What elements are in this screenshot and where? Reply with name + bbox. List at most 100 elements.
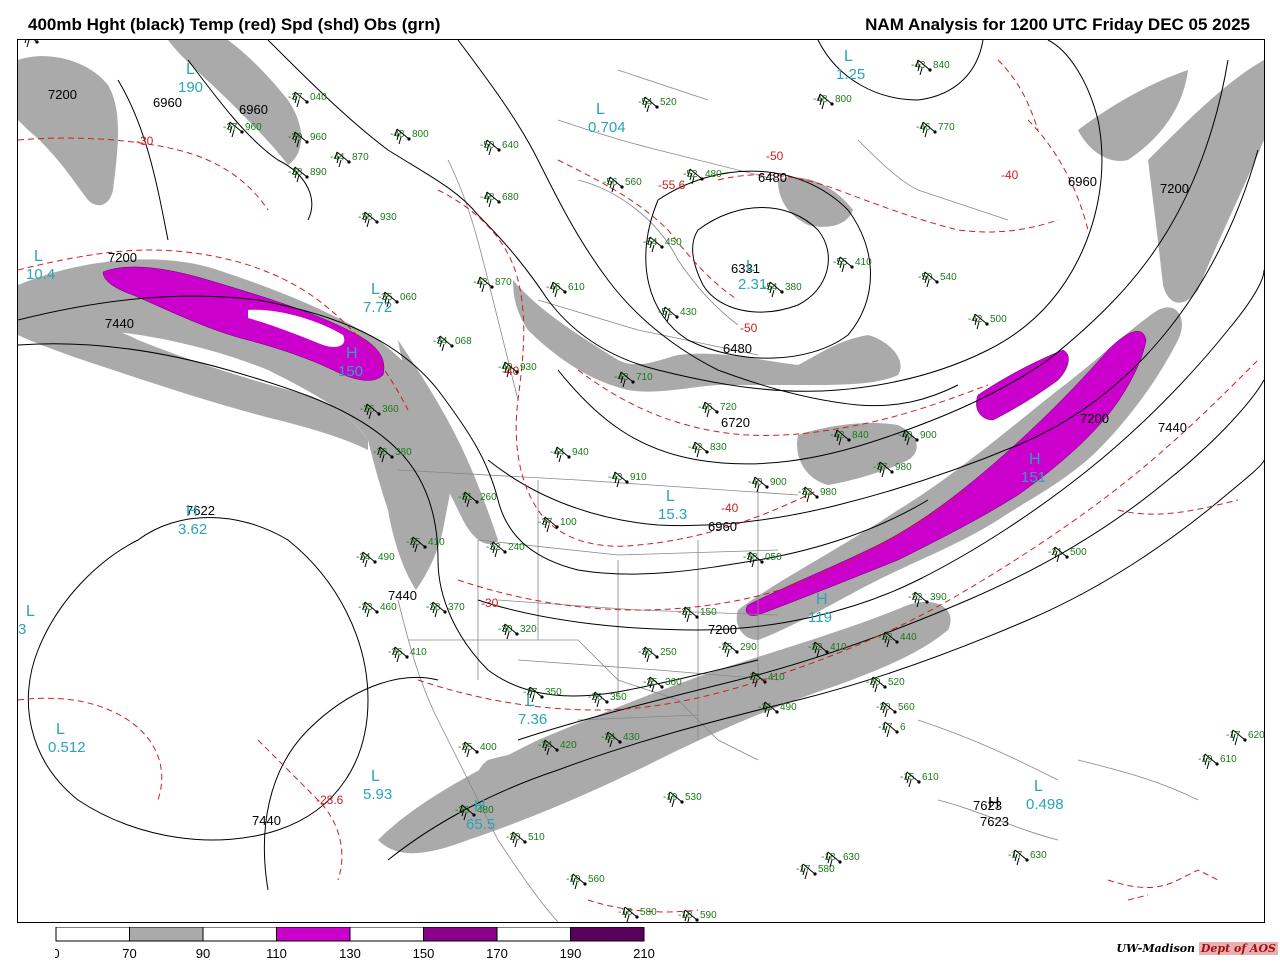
station-plot: -19 560 xyxy=(566,873,605,890)
center-value: 7.36 xyxy=(518,711,547,728)
obs-height: 980 xyxy=(895,462,912,473)
center-value: 7623 xyxy=(980,814,1009,829)
station-plot: -43 910 xyxy=(608,471,647,488)
obs-height: 520 xyxy=(660,97,677,108)
low-center-marker: L xyxy=(666,488,675,505)
station-plot: -23 460 xyxy=(358,601,397,618)
station-plot: -54 380 xyxy=(763,281,802,298)
height-label: 7200 xyxy=(48,87,77,102)
station-plot: -32 240 xyxy=(486,541,525,558)
obs-height: 360 xyxy=(665,677,682,688)
center-value: 151 xyxy=(1021,469,1046,486)
station-plot: -56 560 xyxy=(603,176,642,193)
obs-height: 610 xyxy=(568,282,585,293)
obs-height: 590 xyxy=(700,910,717,921)
legend-tick: 90 xyxy=(196,946,210,959)
station-plot: -48 680 xyxy=(480,191,519,208)
station-observations: -37 040-39 960-37 960-38 890-44 870-48 800-50 6… xyxy=(18,40,1264,922)
obs-height: 360 xyxy=(382,404,399,415)
center-value: 3 xyxy=(18,621,26,638)
low-center-marker: L xyxy=(844,48,853,65)
height-label: 6480 xyxy=(758,170,787,185)
legend-swatch xyxy=(349,926,424,942)
legend-swatch xyxy=(55,926,130,942)
station-plot: -34 068 xyxy=(433,335,472,352)
map-title: 400mb Hght (black) Temp (red) Spd (shd) … xyxy=(28,15,441,34)
station-plot: -30 250 xyxy=(638,646,677,663)
low-center-marker: L xyxy=(596,101,605,118)
obs-height: 480 xyxy=(477,805,494,816)
legend-swatch xyxy=(276,926,351,942)
station-plot: -17 620 xyxy=(1226,729,1264,746)
obs-height: 450 xyxy=(665,237,682,248)
low-center-marker: L xyxy=(186,61,195,78)
station-plot: -26 410 xyxy=(388,646,427,663)
high-center-marker: H xyxy=(988,795,1000,812)
obs-height: 960 xyxy=(310,132,327,143)
obs-height: 430 xyxy=(680,307,697,318)
station-plot: -38 930 xyxy=(358,211,397,228)
obs-height: 900 xyxy=(770,477,787,488)
low-center-marker: L xyxy=(371,768,380,785)
obs-height: 580 xyxy=(640,907,657,918)
obs-height: 320 xyxy=(520,624,537,635)
obs-height: 890 xyxy=(310,167,327,178)
obs-height: 440 xyxy=(900,632,917,643)
station-plot: -20 510 xyxy=(506,831,545,848)
station-plot: -25 290 xyxy=(718,641,757,658)
temp-label: -30 xyxy=(481,596,499,610)
legend-tick: 150 xyxy=(413,946,435,959)
obs-height: 380 xyxy=(785,282,802,293)
height-label: 7440 xyxy=(1158,420,1187,435)
speed-legend: 0 70 90 110 130 150 170 190 210 xyxy=(52,926,655,964)
height-label: 6960 xyxy=(153,95,182,110)
obs-height: 870 xyxy=(352,152,369,163)
temp-label: -30 xyxy=(136,134,154,148)
temp-label: -50 xyxy=(766,149,784,163)
obs-height: 940 xyxy=(572,447,589,458)
center-value: 1.25 xyxy=(836,66,865,83)
height-label: 7200 xyxy=(1160,181,1189,196)
center-value: 3.62 xyxy=(178,521,207,538)
temp-label: -40 xyxy=(721,501,739,515)
temp-label: -40 xyxy=(1001,168,1019,182)
obs-height: 540 xyxy=(940,272,957,283)
low-center-marker: L xyxy=(34,248,43,265)
obs-height: 410 xyxy=(830,642,847,653)
obs-height: 410 xyxy=(855,257,872,268)
obs-height: 430 xyxy=(623,732,640,743)
station-plot: -20 520 xyxy=(866,676,905,693)
station-plot: -19 610 xyxy=(1198,753,1237,770)
obs-height: 800 xyxy=(835,94,852,105)
obs-height: 840 xyxy=(933,60,950,71)
obs-height: 520 xyxy=(888,677,905,688)
obs-height: 400 xyxy=(480,742,497,753)
legend-tick: 110 xyxy=(266,946,287,959)
station-plot: -54 520 xyxy=(638,96,677,113)
center-value: 0.498 xyxy=(1026,796,1064,813)
high-center-marker: H xyxy=(1029,451,1041,468)
height-label: 6960 xyxy=(708,519,737,534)
legend-tick: 70 xyxy=(122,946,136,959)
obs-height: 6 xyxy=(900,722,906,733)
center-value: 65.5 xyxy=(466,816,495,833)
obs-height: 720 xyxy=(720,402,737,413)
obs-height: 250 xyxy=(660,647,677,658)
obs-height: 240 xyxy=(508,542,525,553)
center-value: 150 xyxy=(338,363,363,380)
obs-height: 580 xyxy=(818,864,835,875)
center-value: 119 xyxy=(808,609,832,626)
obs-height: 910 xyxy=(630,472,647,483)
height-label: 6480 xyxy=(723,341,752,356)
obs-height: 930 xyxy=(520,362,537,373)
legend-tick: 0 xyxy=(55,946,60,959)
obs-height: 150 xyxy=(700,607,717,618)
height-label: 7200 xyxy=(108,250,137,265)
center-value: 190 xyxy=(178,79,203,96)
station-plot: -43 840 xyxy=(911,59,950,76)
station-plot: -54 450 xyxy=(643,236,682,253)
station-plot: -38 890 xyxy=(288,166,327,183)
station-plot: -44 940 xyxy=(550,446,589,463)
obs-height: 610 xyxy=(922,772,939,783)
obs-height: 370 xyxy=(448,602,465,613)
